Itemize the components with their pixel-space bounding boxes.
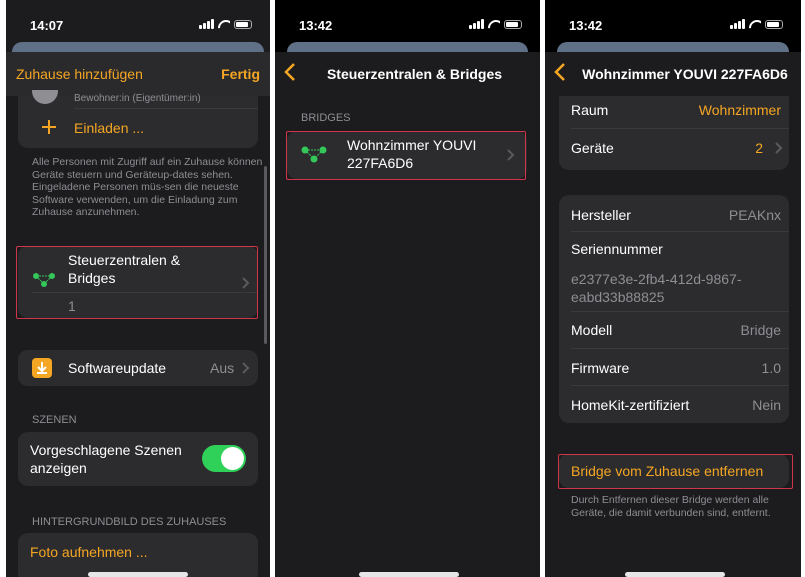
battery-icon — [234, 19, 252, 29]
status-time: 13:42 — [569, 18, 603, 33]
back-chevron-icon[interactable] — [553, 62, 567, 82]
bridge-info-card: Hersteller PEAKnx Seriennummer e2377e3e-… — [559, 195, 789, 423]
devices-label: Geräte — [571, 140, 614, 156]
battery-icon — [504, 19, 522, 29]
model-value: Bridge — [740, 322, 781, 338]
avatar — [32, 90, 58, 104]
firmware-label: Firmware — [571, 360, 630, 376]
suggested-scenes-line2: anzeigen — [30, 460, 87, 476]
screen-home-settings: 14:07 Zuhause hinzufügen Fertig Bewohner… — [6, 0, 270, 577]
home-indicator — [88, 572, 188, 577]
plus-icon — [42, 120, 56, 134]
status-bar: 13:42 — [545, 0, 801, 34]
chevron-right-icon — [775, 142, 783, 154]
signal-icon — [469, 19, 484, 29]
scenes-header: SZENEN — [32, 414, 77, 426]
suggested-scenes-toggle[interactable] — [202, 445, 246, 472]
nav-bar: Wohnzimmer YOUVI 227FA6D6 — [545, 52, 801, 96]
wifi-icon — [218, 20, 230, 29]
software-update-row[interactable]: Softwareupdate Aus — [18, 350, 258, 386]
people-info-text: Alle Personen mit Zugriff auf ein Zuhaus… — [32, 156, 263, 218]
room-devices-card: Raum Wohnzimmer Geräte 2 — [559, 96, 789, 170]
homekit-label: HomeKit-zertifiziert — [571, 397, 690, 413]
serial-value-line2: eabd33b88825 — [571, 289, 665, 305]
take-photo-row[interactable]: Foto aufnehmen ... — [18, 533, 258, 577]
software-update-value: Aus — [210, 360, 235, 376]
people-card: Bewohner:in (Eigentümer:in) Einladen ... — [18, 90, 258, 148]
add-home-button[interactable]: Zuhause hinzufügen — [16, 66, 143, 82]
wifi-icon — [488, 20, 500, 29]
home-indicator — [625, 572, 725, 577]
status-bar: 14:07 — [6, 0, 270, 34]
screen-bridge-detail: 13:42 Wohnzimmer YOUVI 227FA6D6 Raum Woh… — [545, 0, 801, 577]
signal-icon — [730, 19, 745, 29]
manufacturer-label: Hersteller — [571, 207, 631, 223]
firmware-value: 1.0 — [761, 360, 781, 376]
devices-value[interactable]: 2 — [755, 140, 763, 156]
scrollbar[interactable] — [264, 166, 267, 344]
resident-role: Bewohner:in (Eigentümer:in) — [74, 93, 201, 104]
serial-label: Seriennummer — [571, 241, 663, 257]
software-update-icon — [32, 358, 52, 378]
model-label: Modell — [571, 322, 613, 338]
nav-bar: Steuerzentralen & Bridges — [275, 52, 540, 96]
remove-info-text: Durch Entfernen dieser Bridge werden all… — [571, 494, 771, 519]
wallpaper-header: HINTERGRUNDBILD DES ZUHAUSES — [32, 516, 227, 528]
serial-value-line1: e2377e3e-2fb4-412d-9867- — [571, 271, 742, 287]
home-indicator — [359, 572, 459, 577]
battery-icon — [765, 19, 783, 29]
page-title: Wohnzimmer YOUVI 227FA6D6 — [582, 66, 788, 82]
status-time: 14:07 — [30, 18, 64, 33]
highlight-box — [558, 454, 793, 489]
bridges-section-header: BRIDGES — [301, 112, 351, 124]
chevron-right-icon — [242, 362, 250, 374]
invite-button[interactable]: Einladen ... — [74, 120, 144, 136]
software-update-label: Softwareupdate — [68, 360, 167, 376]
screen-bridges: 13:42 Steuerzentralen & Bridges BRIDGES … — [275, 0, 540, 577]
done-button[interactable]: Fertig — [221, 66, 260, 82]
highlight-box — [16, 246, 258, 319]
signal-icon — [199, 19, 214, 29]
highlight-box — [286, 131, 526, 180]
take-photo-button[interactable]: Foto aufnehmen ... — [30, 544, 148, 560]
status-time: 13:42 — [299, 18, 333, 33]
homekit-value: Nein — [752, 397, 781, 413]
room-label: Raum — [571, 102, 609, 118]
status-bar: 13:42 — [275, 0, 540, 34]
suggested-scenes-line1: Vorgeschlagene Szenen — [30, 442, 182, 458]
room-value[interactable]: Wohnzimmer — [699, 102, 781, 118]
manufacturer-value: PEAKnx — [728, 207, 781, 223]
page-title: Steuerzentralen & Bridges — [326, 66, 503, 82]
wifi-icon — [749, 20, 761, 29]
suggested-scenes-row: Vorgeschlagene Szenen anzeigen — [18, 432, 258, 486]
